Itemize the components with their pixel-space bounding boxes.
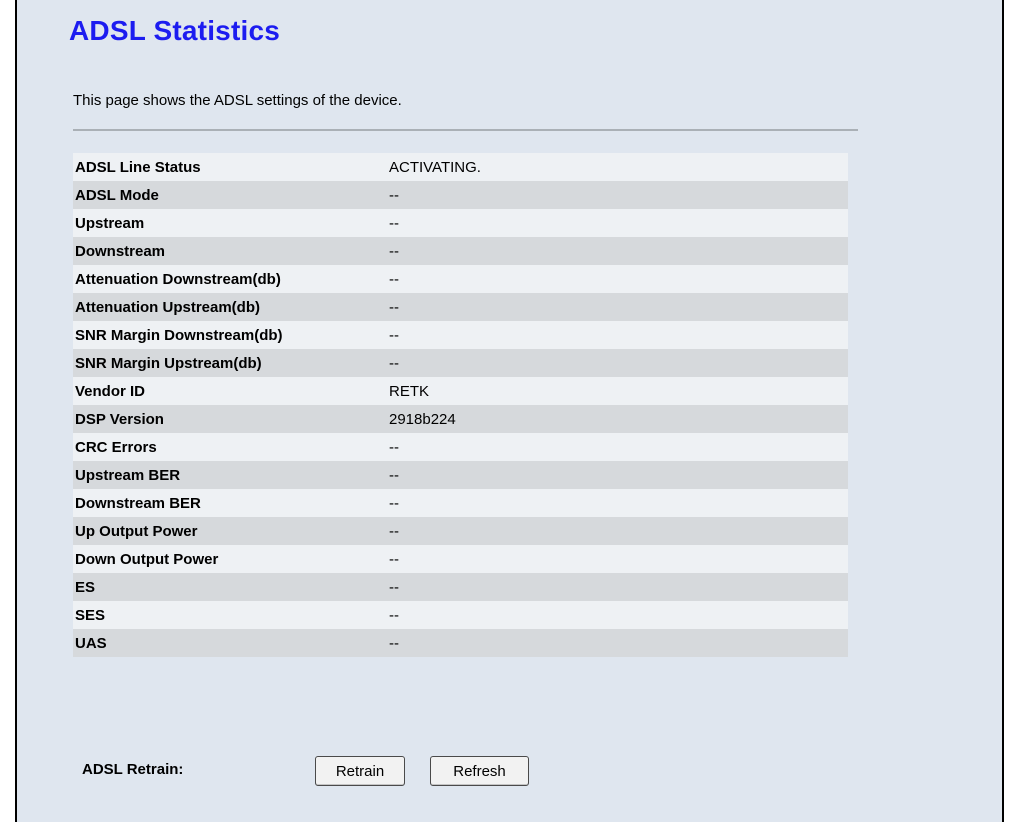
stat-label-crc-errors: CRC Errors (73, 433, 387, 461)
stat-label-vendor-id: Vendor ID (73, 377, 387, 405)
stat-label-down-output-power: Down Output Power (73, 545, 387, 573)
retrain-button[interactable]: Retrain (315, 756, 405, 786)
stat-label-downstream-ber: Downstream BER (73, 489, 387, 517)
stat-label-upstream: Upstream (73, 209, 387, 237)
stat-value-vendor-id: RETK (387, 377, 848, 405)
stat-value-downstream-ber: -- (387, 489, 848, 517)
table-row: Up Output Power -- (73, 517, 848, 545)
adsl-retrain-label: ADSL Retrain: (82, 761, 184, 778)
stat-value-adsl-mode: -- (387, 181, 848, 209)
stat-label-downstream: Downstream (73, 237, 387, 265)
stat-value-attenuation-downstream: -- (387, 265, 848, 293)
stat-label-attenuation-downstream: Attenuation Downstream(db) (73, 265, 387, 293)
stat-label-line-status: ADSL Line Status (73, 153, 387, 181)
table-row: Downstream -- (73, 237, 848, 265)
stat-value-dsp-version: 2918b224 (387, 405, 848, 433)
table-row: UAS -- (73, 629, 848, 657)
stat-label-snr-downstream: SNR Margin Downstream(db) (73, 321, 387, 349)
stat-value-snr-downstream: -- (387, 321, 848, 349)
stat-value-upstream-ber: -- (387, 461, 848, 489)
stat-value-down-output-power: -- (387, 545, 848, 573)
adsl-stats-table: ADSL Line Status ACTIVATING. ADSL Mode -… (73, 153, 848, 657)
table-row: SNR Margin Upstream(db) -- (73, 349, 848, 377)
table-row: Downstream BER -- (73, 489, 848, 517)
table-row: Attenuation Downstream(db) -- (73, 265, 848, 293)
stat-value-downstream: -- (387, 237, 848, 265)
table-row: SES -- (73, 601, 848, 629)
table-row: ADSL Mode -- (73, 181, 848, 209)
stat-label-es: ES (73, 573, 387, 601)
divider (73, 129, 858, 131)
table-row: Vendor ID RETK (73, 377, 848, 405)
stat-label-upstream-ber: Upstream BER (73, 461, 387, 489)
stat-value-line-status: ACTIVATING. (387, 153, 848, 181)
table-row: DSP Version 2918b224 (73, 405, 848, 433)
stat-label-up-output-power: Up Output Power (73, 517, 387, 545)
stat-value-uas: -- (387, 629, 848, 657)
content-panel: ADSL Statistics This page shows the ADSL… (15, 0, 1004, 822)
table-row: CRC Errors -- (73, 433, 848, 461)
page-description: This page shows the ADSL settings of the… (73, 92, 402, 109)
stat-value-up-output-power: -- (387, 517, 848, 545)
stat-value-crc-errors: -- (387, 433, 848, 461)
stat-label-uas: UAS (73, 629, 387, 657)
stat-label-dsp-version: DSP Version (73, 405, 387, 433)
table-row: ES -- (73, 573, 848, 601)
table-row: ADSL Line Status ACTIVATING. (73, 153, 848, 181)
table-row: Upstream BER -- (73, 461, 848, 489)
stat-value-attenuation-upstream: -- (387, 293, 848, 321)
stat-label-adsl-mode: ADSL Mode (73, 181, 387, 209)
stat-label-snr-upstream: SNR Margin Upstream(db) (73, 349, 387, 377)
stat-value-upstream: -- (387, 209, 848, 237)
table-row: Down Output Power -- (73, 545, 848, 573)
refresh-button[interactable]: Refresh (430, 756, 529, 786)
stat-value-ses: -- (387, 601, 848, 629)
stat-label-attenuation-upstream: Attenuation Upstream(db) (73, 293, 387, 321)
table-row: SNR Margin Downstream(db) -- (73, 321, 848, 349)
table-row: Upstream -- (73, 209, 848, 237)
stat-value-es: -- (387, 573, 848, 601)
stat-label-ses: SES (73, 601, 387, 629)
table-row: Attenuation Upstream(db) -- (73, 293, 848, 321)
stat-value-snr-upstream: -- (387, 349, 848, 377)
page-title: ADSL Statistics (69, 15, 280, 46)
